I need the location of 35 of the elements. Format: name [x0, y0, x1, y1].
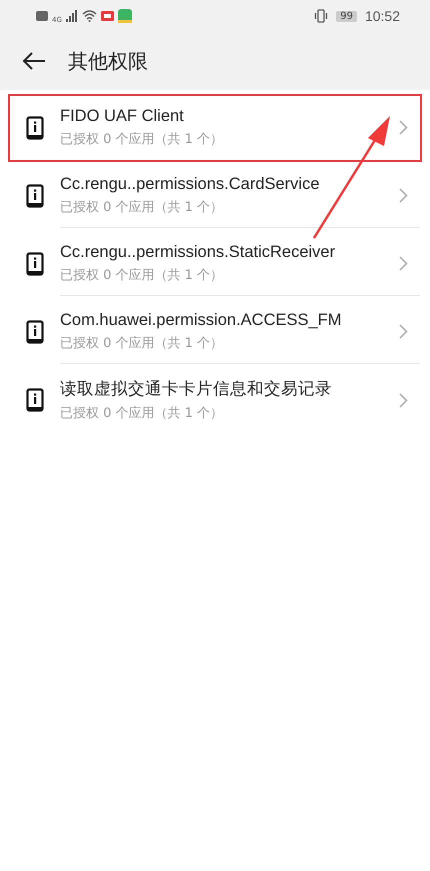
chevron-right-icon [399, 188, 408, 203]
back-arrow-icon[interactable] [22, 51, 46, 71]
battery-indicator: 99 [336, 10, 357, 22]
chevron-right-icon [399, 392, 408, 408]
permission-summary: 已授权 0 个应用（共 1 个） [60, 335, 224, 352]
permission-item[interactable]: Com.huawei.permission.ACCESS_FM 已授权 0 个应用（共 1 个） [8, 298, 422, 366]
phone-info-icon [26, 116, 44, 140]
hd-icon [36, 11, 48, 21]
phone-info-icon [26, 184, 44, 208]
permission-summary: 已授权 0 个应用（共 1 个） [60, 405, 224, 422]
permission-summary: 已授权 0 个应用（共 1 个） [60, 267, 224, 284]
permission-name: FIDO UAF Client [60, 107, 185, 126]
chevron-right-icon [399, 324, 408, 339]
permission-summary: 已授权 0 个应用（共 1 个） [60, 199, 224, 216]
permission-name: 读取虚拟交通卡卡片信息和交易记录 [60, 379, 332, 400]
phone-info-icon [26, 388, 44, 412]
phone-info-icon [26, 320, 44, 344]
chevron-right-icon [399, 256, 408, 271]
clock-time: 10:52 [364, 8, 400, 24]
app-notification-icon [100, 11, 114, 21]
permission-summary: 已授权 0 个应用（共 1 个） [60, 131, 224, 148]
permission-name: Com.huawei.permission.ACCESS_FM [60, 311, 342, 330]
vibrate-icon [314, 9, 328, 23]
permission-item[interactable]: 读取虚拟交通卡卡片信息和交易记录 已授权 0 个应用（共 1 个） [8, 366, 422, 434]
chevron-right-icon [399, 120, 408, 135]
permission-item[interactable]: Cc.rengu..permissions.StaticReceiver 已授权 0 个应用（共 1 个） [8, 230, 422, 298]
permission-name: Cc.rengu..permissions.CardService [60, 175, 320, 194]
app-notification-icon [118, 9, 132, 23]
wifi-icon [82, 10, 97, 22]
signal-icon [66, 10, 78, 22]
permission-item[interactable]: Cc.rengu..permissions.CardService 已授权 0 个应用（共 1 个） [8, 162, 422, 230]
page-title: 其他权限 [68, 48, 148, 74]
phone-info-icon [26, 252, 44, 276]
permission-item[interactable]: FIDO UAF Client 已授权 0 个应用（共 1 个） [8, 94, 422, 162]
permission-name: Cc.rengu..permissions.StaticReceiver [60, 243, 336, 262]
